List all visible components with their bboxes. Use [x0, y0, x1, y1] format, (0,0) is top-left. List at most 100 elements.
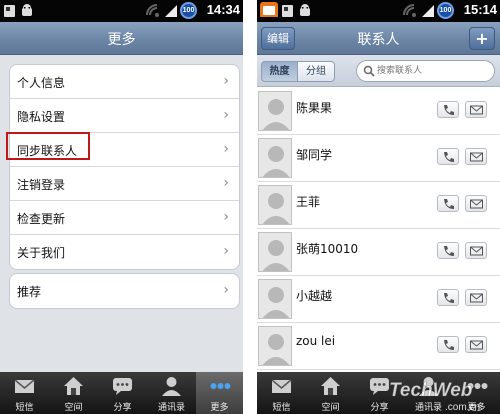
- filter-bar: 热度 分组: [257, 55, 500, 87]
- search-icon: [363, 65, 375, 77]
- tab-space[interactable]: 空间: [49, 372, 98, 414]
- call-button[interactable]: [437, 195, 459, 212]
- person-silhouette-icon: [262, 193, 290, 224]
- settings-item-about[interactable]: 关于我们 ›: [10, 235, 239, 269]
- tab-sms[interactable]: 短信: [257, 372, 306, 414]
- tab-more[interactable]: 更多: [196, 372, 243, 414]
- highlight-box: [6, 132, 90, 160]
- status-bar: 100 14:34: [0, 0, 243, 22]
- settings-item-recommend[interactable]: 推荐 ›: [10, 274, 239, 308]
- svg-text:TechWeb: TechWeb: [389, 380, 473, 401]
- battery-icon: 100: [437, 2, 454, 19]
- contact-row[interactable]: 陈果果: [257, 88, 500, 135]
- envelope-icon: [470, 152, 483, 162]
- contact-name: 张萌10010: [296, 242, 359, 256]
- status-bar: 100 15:14: [257, 0, 500, 22]
- settings-item-label: 个人信息: [17, 76, 66, 90]
- add-contact-button[interactable]: +: [469, 27, 495, 50]
- settings-item-label: 隐私设置: [17, 110, 66, 124]
- contacts-screen: 100 15:14 编辑 联系人 + 热度 分组 陈果果: [257, 0, 500, 414]
- person-icon: [162, 377, 181, 396]
- call-button[interactable]: [437, 148, 459, 165]
- call-button[interactable]: [437, 289, 459, 306]
- contact-row[interactable]: 小越越: [257, 276, 500, 323]
- house-icon: [64, 377, 83, 395]
- tab-label: 空间: [64, 403, 83, 413]
- chevron-right-icon: ›: [223, 141, 229, 157]
- settings-item-profile[interactable]: 个人信息 ›: [10, 65, 239, 99]
- signal-icon: [165, 5, 177, 17]
- tab-contacts[interactable]: 通讯录: [147, 372, 196, 414]
- chat-bubble-icon: [113, 378, 132, 395]
- call-button[interactable]: [437, 336, 459, 353]
- tab-space[interactable]: 空间: [306, 372, 355, 414]
- sim-icon: [282, 5, 293, 17]
- call-button[interactable]: [437, 101, 459, 118]
- settings-item-check-update[interactable]: 检查更新 ›: [10, 201, 239, 235]
- bottom-nav: 短信 空间 分享 通讯录 更多: [0, 372, 243, 414]
- settings-item-logout[interactable]: 注销登录 ›: [10, 167, 239, 201]
- contact-row[interactable]: 邹同学: [257, 135, 500, 182]
- page-title: 联系人: [357, 32, 400, 48]
- phone-icon: [444, 293, 454, 303]
- android-icon: [22, 4, 32, 16]
- more-dots-icon: [210, 383, 231, 389]
- envelope-icon: [14, 379, 35, 393]
- tab-heat[interactable]: 热度: [261, 61, 298, 82]
- phone-icon: [444, 105, 454, 115]
- message-button[interactable]: [465, 289, 487, 306]
- more-screen: 100 14:34 更多 个人信息 › 隐私设置 › 同步联系人 › 注销登录 …: [0, 0, 243, 414]
- message-button[interactable]: [465, 148, 487, 165]
- page-title: 更多: [107, 32, 136, 48]
- avatar: [258, 138, 292, 178]
- app-notification-icon: [260, 2, 278, 17]
- contact-row[interactable]: 王菲: [257, 182, 500, 229]
- message-button[interactable]: [465, 336, 487, 353]
- wifi-icon: [403, 4, 416, 17]
- phone-icon: [444, 246, 454, 256]
- settings-group-main: 个人信息 › 隐私设置 › 同步联系人 › 注销登录 › 检查更新 › 关于我们…: [9, 64, 240, 270]
- envelope-icon: [470, 340, 483, 350]
- settings-item-privacy[interactable]: 隐私设置 ›: [10, 99, 239, 133]
- tab-group[interactable]: 分组: [298, 61, 335, 82]
- wifi-icon: [146, 4, 159, 17]
- tab-sms[interactable]: 短信: [0, 372, 49, 414]
- watermark-logo: TechWeb .com.cn: [389, 380, 480, 413]
- chevron-right-icon: ›: [223, 175, 229, 191]
- tab-label: 短信: [272, 403, 291, 413]
- tab-label: 空间: [321, 403, 340, 413]
- contact-name: 邹同学: [296, 148, 333, 162]
- person-silhouette-icon: [262, 287, 290, 318]
- contact-list: 陈果果 邹同学 王菲 张萌10010 小越越 zou lei: [257, 88, 500, 370]
- person-silhouette-icon: [262, 334, 290, 365]
- settings-item-label: 检查更新: [17, 212, 66, 226]
- tab-label: 通讯录: [157, 403, 185, 413]
- message-button[interactable]: [465, 242, 487, 259]
- battery-icon: 100: [180, 2, 197, 19]
- status-time: 15:14: [463, 2, 497, 17]
- signal-icon: [422, 5, 434, 17]
- settings-item-label: 推荐: [17, 285, 42, 299]
- tab-label: 更多: [210, 403, 229, 413]
- phone-icon: [444, 340, 454, 350]
- chevron-right-icon: ›: [223, 209, 229, 225]
- call-button[interactable]: [437, 242, 459, 259]
- settings-item-label: 关于我们: [17, 246, 66, 260]
- envelope-icon: [470, 293, 483, 303]
- avatar: [258, 279, 292, 319]
- contact-row[interactable]: 张萌10010: [257, 229, 500, 276]
- envelope-icon: [470, 199, 483, 209]
- chevron-right-icon: ›: [223, 243, 229, 259]
- envelope-icon: [271, 379, 292, 393]
- avatar: [258, 91, 292, 131]
- tab-share[interactable]: 分享: [98, 372, 147, 414]
- settings-item-label: 注销登录: [17, 178, 66, 192]
- title-bar: 更多: [0, 22, 243, 55]
- message-button[interactable]: [465, 195, 487, 212]
- contact-row[interactable]: zou lei: [257, 323, 500, 370]
- search-input[interactable]: [377, 63, 489, 79]
- phone-icon: [444, 152, 454, 162]
- house-icon: [321, 377, 340, 395]
- message-button[interactable]: [465, 101, 487, 118]
- android-icon: [300, 4, 310, 16]
